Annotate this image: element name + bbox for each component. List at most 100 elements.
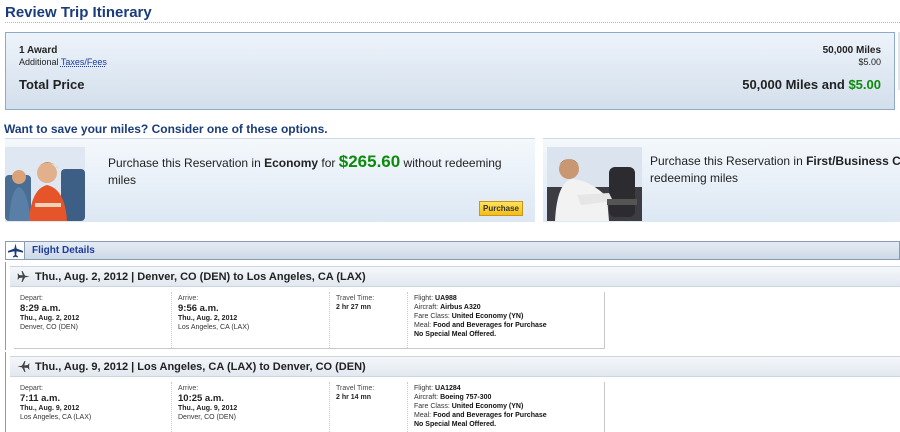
taxes-fees-link[interactable]: Taxes/Fees bbox=[61, 57, 107, 67]
economy-cabin: Economy bbox=[264, 156, 319, 170]
arrive-label: Arrive: bbox=[178, 385, 199, 392]
fare-class-line: Fare Class: United Economy (YN) bbox=[414, 312, 598, 321]
economy-for: for bbox=[318, 156, 339, 170]
depart-label: Depart: bbox=[20, 295, 43, 302]
arrive-date: Thu., Aug. 9, 2012 bbox=[178, 405, 238, 412]
flight-details-header[interactable]: Flight Details bbox=[5, 241, 900, 260]
arrive-time: 10:25 a.m. bbox=[178, 393, 224, 404]
segment-title: Thu., Aug. 2, 2012 | Denver, CO (DEN) to… bbox=[35, 271, 366, 283]
flight-number: UA1284 bbox=[435, 385, 461, 392]
price-summary-box: 1 Award 50,000 Miles Additional Taxes/Fe… bbox=[5, 32, 895, 110]
depart-city: Denver, CO (DEN) bbox=[20, 324, 78, 331]
aircraft: Boeing 757-300 bbox=[440, 394, 492, 401]
special-meal-line: No Special Meal Offered. bbox=[414, 420, 598, 429]
flight-number-line: Flight: UA988 bbox=[414, 294, 598, 303]
taxes-prefix: Additional bbox=[19, 57, 61, 67]
meal: Food and Beverages for Purchase bbox=[433, 412, 547, 419]
segment-2-details: Depart: 7:11 a.m. Thu., Aug. 9, 2012 Los… bbox=[14, 382, 605, 432]
flight-label: Flight: bbox=[414, 295, 436, 302]
arrive-time: 9:56 a.m. bbox=[178, 303, 219, 314]
depart-time: 8:29 a.m. bbox=[20, 303, 61, 314]
flight-info-column: Flight: UA988 Aircraft: Airbus A320 Fare… bbox=[408, 292, 604, 348]
save-miles-heading: Want to save your miles? Consider one of… bbox=[4, 122, 328, 136]
economy-offer-text: Purchase this Reservation in Economy for… bbox=[108, 153, 528, 189]
segment-1-header: Thu., Aug. 2, 2012 | Denver, CO (DEN) to… bbox=[10, 266, 900, 287]
meal-line: Meal: Food and Beverages for Purchase bbox=[414, 411, 598, 420]
flight-number: UA988 bbox=[435, 295, 457, 302]
travel-time: 2 hr 27 mn bbox=[336, 304, 372, 311]
depart-column: Depart: 7:11 a.m. Thu., Aug. 9, 2012 Los… bbox=[14, 382, 172, 432]
business-passenger-photo bbox=[547, 147, 642, 221]
award-label: 1 Award bbox=[19, 45, 58, 56]
title-divider bbox=[5, 22, 900, 23]
aircraft: Airbus A320 bbox=[440, 304, 481, 311]
meal: Food and Beverages for Purchase bbox=[433, 322, 547, 329]
flight-label: Flight: bbox=[414, 385, 436, 392]
depart-time: 7:11 a.m. bbox=[20, 393, 61, 404]
fare-class: United Economy (YN) bbox=[451, 403, 524, 410]
travel-time-column: Travel Time: 2 hr 14 mn bbox=[330, 382, 408, 432]
aircraft-label: Aircraft: bbox=[414, 304, 441, 311]
page-title: Review Trip Itinerary bbox=[5, 4, 152, 21]
flight-info-column: Flight: UA1284 Aircraft: Boeing 757-300 … bbox=[408, 382, 604, 432]
total-cash: $5.00 bbox=[848, 77, 881, 92]
first-prefix: Purchase this Reservation in bbox=[650, 154, 807, 168]
special-meal-line: No Special Meal Offered. bbox=[414, 330, 598, 339]
aircraft-line: Aircraft: Airbus A320 bbox=[414, 303, 598, 312]
travel-time: 2 hr 14 mn bbox=[336, 394, 372, 401]
travel-time-label: Travel Time: bbox=[336, 295, 375, 302]
economy-offer-panel: Purchase this Reservation in Economy for… bbox=[5, 138, 535, 222]
fare-label: Fare Class: bbox=[414, 403, 452, 410]
special-meal: No Special Meal Offered. bbox=[414, 421, 497, 428]
arrive-label: Arrive: bbox=[178, 295, 199, 302]
total-row: Total Price 50,000 Miles and $5.00 bbox=[19, 77, 881, 92]
economy-prefix: Purchase this Reservation in bbox=[108, 156, 265, 170]
depart-date: Thu., Aug. 2, 2012 bbox=[20, 315, 80, 322]
first-line2: redeeming miles bbox=[650, 171, 739, 185]
economy-passengers-photo bbox=[5, 147, 85, 221]
purchase-button[interactable]: Purchase bbox=[479, 201, 523, 216]
fare-label: Fare Class: bbox=[414, 313, 452, 320]
meal-label: Meal: bbox=[414, 412, 434, 419]
flight-details-label: Flight Details bbox=[32, 245, 95, 256]
airplane-icon bbox=[6, 242, 25, 259]
depart-label: Depart: bbox=[20, 385, 43, 392]
first-cabin: First/Business C bbox=[806, 154, 900, 168]
aircraft-line: Aircraft: Boeing 757-300 bbox=[414, 393, 598, 402]
award-miles: 50,000 Miles bbox=[822, 45, 881, 56]
airplane-return-icon bbox=[17, 361, 30, 372]
first-business-offer-panel: Purchase this Reservation in First/Busin… bbox=[543, 138, 900, 222]
total-and: and bbox=[818, 77, 849, 92]
travel-time-label: Travel Time: bbox=[336, 385, 375, 392]
economy-price: $265.60 bbox=[338, 152, 401, 171]
taxes-value: $5.00 bbox=[858, 57, 881, 67]
arrive-city: Los Angeles, CA (LAX) bbox=[178, 324, 250, 331]
airplane-takeoff-icon bbox=[17, 271, 30, 282]
arrive-column: Arrive: 9:56 a.m. Thu., Aug. 2, 2012 Los… bbox=[172, 292, 330, 348]
arrive-column: Arrive: 10:25 a.m. Thu., Aug. 9, 2012 De… bbox=[172, 382, 330, 432]
special-meal: No Special Meal Offered. bbox=[414, 331, 497, 338]
fare-class-line: Fare Class: United Economy (YN) bbox=[414, 402, 598, 411]
total-miles: 50,000 Miles bbox=[742, 77, 819, 92]
flight-segment-2: Thu., Aug. 9, 2012 | Los Angeles, CA (LA… bbox=[5, 352, 900, 432]
flight-segment-1: Thu., Aug. 2, 2012 | Denver, CO (DEN) to… bbox=[5, 262, 900, 350]
aircraft-label: Aircraft: bbox=[414, 394, 441, 401]
travel-time-column: Travel Time: 2 hr 27 mn bbox=[330, 292, 408, 348]
segment-1-details: Depart: 8:29 a.m. Thu., Aug. 2, 2012 Den… bbox=[14, 292, 605, 349]
taxes-row: Additional Taxes/Fees $5.00 bbox=[19, 57, 881, 67]
depart-column: Depart: 8:29 a.m. Thu., Aug. 2, 2012 Den… bbox=[14, 292, 172, 348]
award-row: 1 Award 50,000 Miles bbox=[19, 45, 881, 56]
total-label: Total Price bbox=[19, 77, 85, 92]
arrive-city: Denver, CO (DEN) bbox=[178, 414, 236, 421]
arrive-date: Thu., Aug. 2, 2012 bbox=[178, 315, 238, 322]
total-value: 50,000 Miles and $5.00 bbox=[742, 77, 881, 92]
meal-line: Meal: Food and Beverages for Purchase bbox=[414, 321, 598, 330]
fare-class: United Economy (YN) bbox=[451, 313, 524, 320]
segment-2-header: Thu., Aug. 9, 2012 | Los Angeles, CA (LA… bbox=[10, 356, 900, 377]
depart-city: Los Angeles, CA (LAX) bbox=[20, 414, 92, 421]
taxes-label: Additional Taxes/Fees bbox=[19, 57, 107, 67]
flight-number-line: Flight: UA1284 bbox=[414, 384, 598, 393]
first-business-offer-text: Purchase this Reservation in First/Busin… bbox=[650, 153, 900, 187]
segment-title: Thu., Aug. 9, 2012 | Los Angeles, CA (LA… bbox=[35, 361, 366, 373]
meal-label: Meal: bbox=[414, 322, 434, 329]
